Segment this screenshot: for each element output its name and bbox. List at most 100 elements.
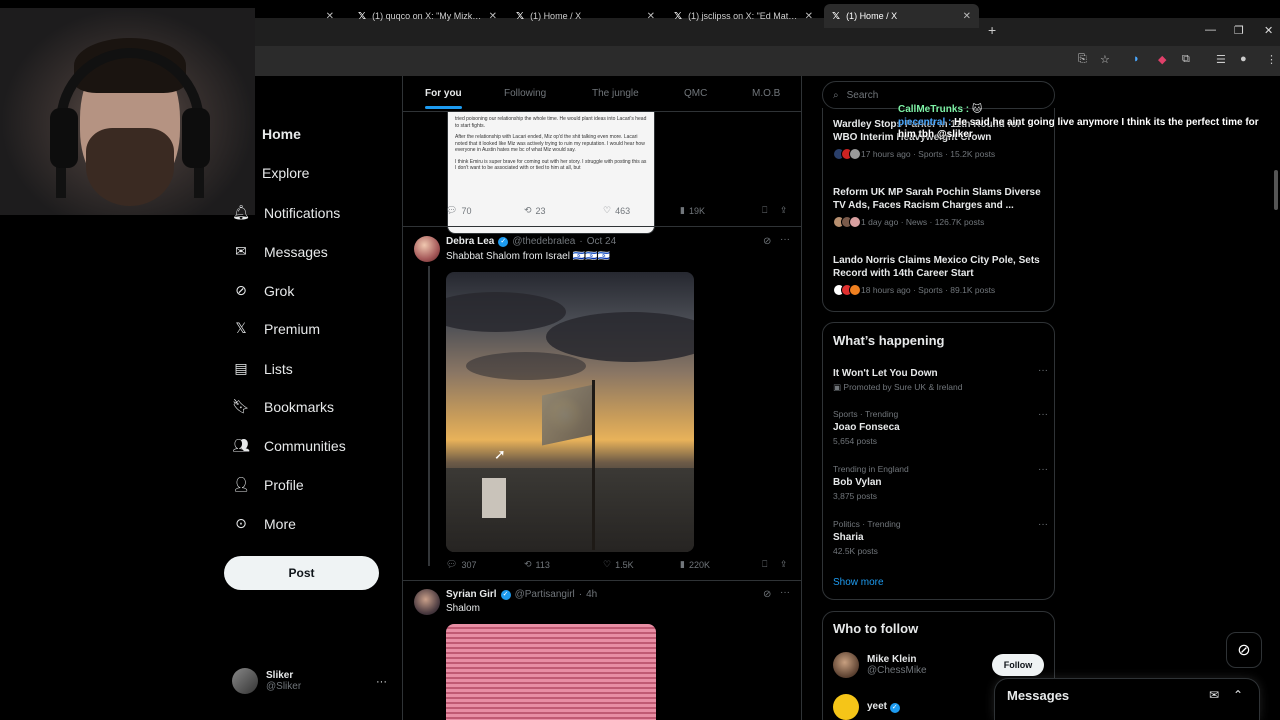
author-handle[interactable]: @Partisangirl	[515, 589, 575, 600]
more-icon[interactable]: ···	[376, 676, 387, 688]
new-message-icon[interactable]: ✉	[1209, 688, 1219, 702]
more-icon[interactable]: ···	[780, 234, 790, 245]
reading-list-icon[interactable]: ☰	[1216, 53, 1226, 66]
extension-icon[interactable]: ◗	[1133, 53, 1140, 65]
close-icon[interactable]: ✕	[326, 11, 334, 22]
nav-profile[interactable]: 👤︎ Profile	[232, 476, 304, 493]
puzzle-icon[interactable]: ⧉	[1182, 53, 1190, 66]
panel-title: Who to follow	[833, 621, 919, 636]
nav-bookmarks[interactable]: 🔖︎ Bookmarks	[232, 398, 334, 415]
close-icon[interactable]: ✕	[805, 11, 813, 22]
nav-home[interactable]: Home	[262, 126, 301, 142]
trend-item[interactable]: Sports · Trending Joao Fonseca 5,654 pos…	[833, 409, 1048, 446]
account-switcher[interactable]: Sliker @Sliker	[232, 668, 301, 694]
show-more-link[interactable]: Show more	[833, 577, 884, 588]
follow-suggestion[interactable]: Mike Klein @ChessMike	[833, 652, 927, 678]
nav-more[interactable]: ⊙ More	[232, 515, 296, 532]
more-icon[interactable]: ···	[1038, 365, 1048, 376]
news-meta-text: 18 hours ago · Sports · 89.1K posts	[861, 285, 996, 295]
tweet-image[interactable]	[446, 624, 656, 720]
news-item[interactable]: Lando Norris Claims Mexico City Pole, Se…	[833, 254, 1048, 296]
browser-tab[interactable]: 𝕏 (1) Home / X ✕	[508, 4, 663, 28]
window-close-icon[interactable]: ✕	[1264, 24, 1273, 37]
grok-icon[interactable]: ⊘	[763, 589, 771, 600]
verified-badge-icon: ✓	[889, 703, 900, 713]
more-icon[interactable]: ···	[780, 587, 790, 598]
cloud	[546, 312, 694, 362]
nav-communities[interactable]: 👥︎ Communities	[232, 437, 346, 454]
new-tab-button[interactable]: +	[988, 22, 996, 38]
follow-name-text: yeet	[867, 701, 888, 712]
like-button[interactable]: ♡ 1.5K	[603, 559, 634, 570]
share-button[interactable]: ⇪	[780, 205, 788, 216]
grok-icon[interactable]: ⊘	[763, 236, 771, 247]
tab-title: (1) jsclipss on X: "Ed Matthews	[688, 11, 799, 21]
author-name[interactable]: Debra Lea	[446, 236, 494, 247]
cloud	[446, 292, 566, 332]
more-icon[interactable]: ···	[1038, 519, 1048, 530]
trend-item[interactable]: Trending in England Bob Vylan 3,875 post…	[833, 464, 1048, 501]
grok-icon[interactable]: ⊘	[1226, 632, 1262, 668]
share-button[interactable]: ⇪	[780, 559, 788, 570]
messages-title: Messages	[1007, 688, 1070, 703]
trend-item[interactable]: It Won't Let You Down ▣ Promoted by Sure…	[833, 365, 1048, 393]
reply-button[interactable]: 💬︎ 307	[446, 559, 476, 570]
kebab-menu-icon[interactable]: ⋮	[1266, 53, 1277, 66]
author-handle[interactable]: @thedebralea	[512, 236, 575, 247]
nav-messages[interactable]: ✉ Messages	[232, 243, 328, 260]
nav-grok[interactable]: ⊘ Grok	[232, 282, 294, 299]
news-item[interactable]: Reform UK MP Sarah Pochin Slams Diverse …	[833, 186, 1048, 228]
like-button[interactable]: ♡ 463	[603, 205, 630, 216]
more-icon[interactable]: ···	[1038, 464, 1048, 475]
tab-for-you[interactable]: For you	[425, 88, 462, 109]
avatar[interactable]	[414, 589, 440, 615]
chevron-up-icon[interactable]: ⌃	[1233, 688, 1243, 702]
nav-lists[interactable]: ▤ Lists	[232, 360, 292, 377]
maximize-icon[interactable]: ❐	[1234, 24, 1244, 37]
tweet-time[interactable]: Oct 24	[587, 236, 616, 247]
repost-button[interactable]: ⟲ 23	[524, 205, 546, 216]
close-icon[interactable]: ✕	[489, 11, 497, 22]
tab-title: (1) quqco on X: "My Mizkif SA	[372, 11, 483, 21]
extension-icon[interactable]: ◆	[1158, 53, 1166, 66]
scrollbar[interactable]	[1274, 170, 1278, 210]
headset-earcup	[50, 108, 78, 168]
profile-avatar-icon[interactable]: ●	[1240, 53, 1247, 65]
browser-tab[interactable]: 𝕏 (1) jsclipss on X: "Ed Matthews ✕	[666, 4, 821, 28]
trend-item[interactable]: Politics · Trending Sharia 42.5K posts ·…	[833, 519, 1048, 556]
post-button[interactable]: Post	[224, 556, 379, 590]
minimize-icon[interactable]: —	[1205, 24, 1216, 36]
profile-handle: @Sliker	[266, 681, 302, 692]
views-button[interactable]: ▮ 19K	[680, 205, 705, 216]
reply-button[interactable]: 💬︎ 70	[446, 205, 471, 216]
repost-button[interactable]: ⟲ 113	[524, 559, 550, 570]
tab-following[interactable]: Following	[504, 88, 546, 99]
messages-drawer[interactable]: Messages ✉ ⌃	[994, 678, 1260, 720]
reply-icon: 💬︎	[446, 559, 458, 569]
close-icon[interactable]: ✕	[963, 11, 971, 22]
browser-tab-active[interactable]: 𝕏 (1) Home / X ✕	[824, 4, 979, 28]
tab-mob[interactable]: M.O.B	[752, 88, 780, 99]
tab-the-jungle[interactable]: The jungle	[592, 88, 639, 99]
tweet-text: Shabbat Shalom from Israel 🇮🇱🇮🇱🇮🇱	[446, 251, 611, 262]
views-button[interactable]: ▮ 220K	[680, 559, 710, 570]
nav-premium[interactable]: 𝕏 Premium	[232, 320, 320, 337]
nav-explore[interactable]: Explore	[262, 165, 309, 181]
more-icon[interactable]: ···	[1038, 409, 1048, 420]
bookmark-button[interactable]: ⎕	[762, 205, 767, 216]
browser-tab[interactable]: 𝕏 (1) quqco on X: "My Mizkif SA ✕	[350, 4, 505, 28]
follow-button[interactable]: Follow	[992, 654, 1044, 676]
bookmark-button[interactable]: ⎕	[762, 559, 767, 570]
close-icon[interactable]: ✕	[647, 11, 655, 22]
tab-qmc[interactable]: QMC	[684, 88, 707, 99]
avatar[interactable]	[414, 236, 440, 262]
author-name[interactable]: Syrian Girl	[446, 589, 497, 600]
nav-label: Notifications	[264, 204, 341, 221]
install-icon[interactable]: ⎘	[1078, 53, 1087, 66]
nav-notifications[interactable]: 🔔︎ Notifications	[232, 204, 340, 221]
star-icon[interactable]: ☆	[1100, 53, 1110, 66]
follow-suggestion[interactable]: yeet ✓	[833, 694, 900, 720]
chat-line: piecentral : He said he aint going live …	[898, 117, 1270, 141]
tweet-time[interactable]: 4h	[586, 589, 597, 600]
tweet-image[interactable]	[446, 272, 694, 552]
